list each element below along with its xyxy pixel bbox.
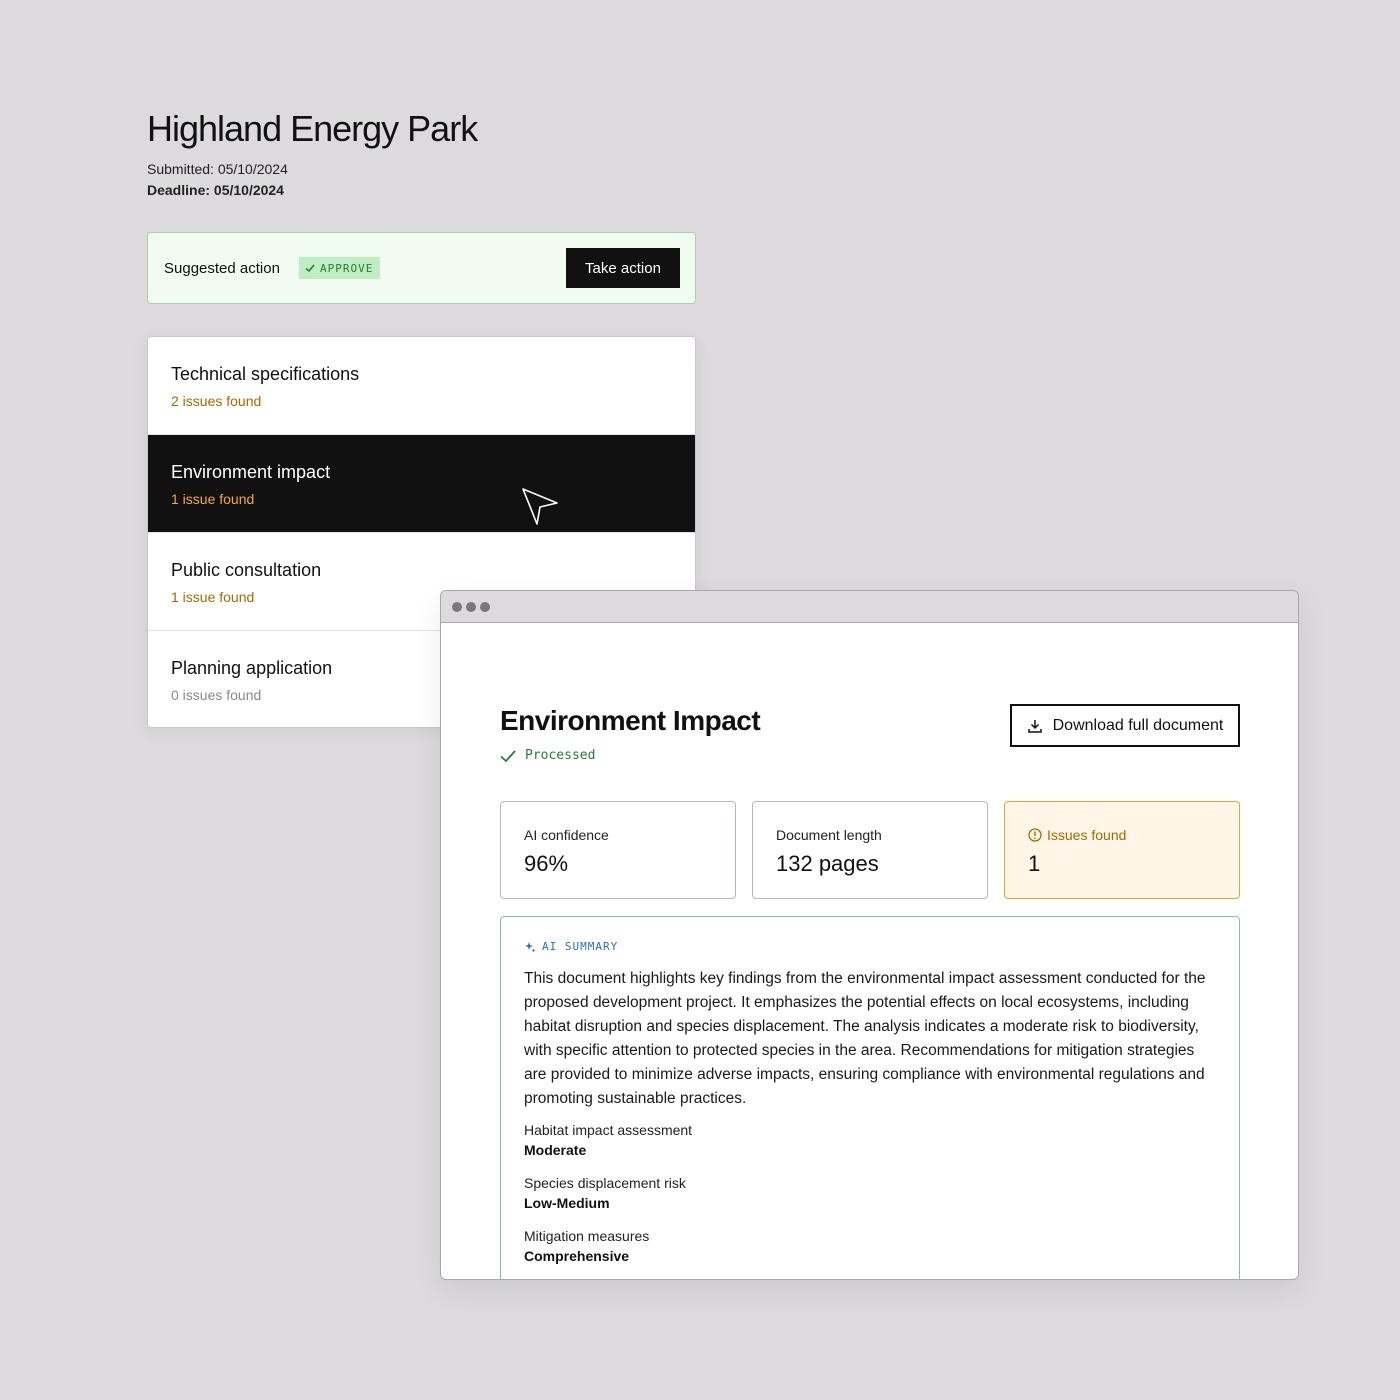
ai-confidence-card: AI confidence 96% [500,801,736,899]
stat-label: Issues found [1028,827,1126,843]
ai-summary-panel: AI SUMMARY This document highlights key … [500,916,1240,1279]
download-icon [1027,719,1042,733]
section-name: Public consultation [171,560,322,580]
processed-label: Processed [525,748,596,763]
download-label: Download full document [1052,716,1224,734]
check-icon [500,749,516,762]
stat-value: 96% [524,851,569,876]
document-window: Environment Impact Processed Download fu… [440,590,1299,1280]
window-close-dot[interactable] [452,602,462,612]
alert-circle-icon [1028,828,1042,842]
section-issue-count: 1 issue found [171,589,255,605]
ai-summary-tag: AI SUMMARY [524,940,618,953]
summary-item-value: Moderate [524,1142,587,1158]
page-title: Highland Energy Park [147,108,478,149]
ai-summary-label: AI SUMMARY [542,940,619,953]
summary-item-value: Comprehensive [524,1248,630,1264]
approve-badge-label: APPROVE [320,261,374,275]
summary-item-key: Mitigation measures [524,1228,650,1244]
summary-item-key: Species displacement risk [524,1175,686,1191]
summary-item-key: Habitat impact assessment [524,1122,693,1138]
take-action-button[interactable]: Take action [566,248,680,288]
stat-value: 132 pages [776,851,879,876]
submitted-date: Submitted: 05/10/2024 [147,161,288,177]
section-name: Technical specifications [171,364,360,384]
summary-item-habitat: Habitat impact assessment Moderate [524,1122,692,1158]
suggested-action-label: Suggested action [164,260,280,277]
deadline-date: Deadline: 05/10/2024 [147,182,284,198]
section-issue-count: 0 issues found [171,687,262,703]
suggested-action-card: Suggested action APPROVE Take action [147,232,696,304]
issues-found-card[interactable]: Issues found 1 [1004,801,1240,899]
document-length-card: Document length 132 pages [752,801,988,899]
ai-summary-text: This document highlights key findings fr… [524,970,1206,1107]
summary-item-value: Low-Medium [524,1195,610,1211]
section-item-technical-specifications[interactable]: Technical specifications 2 issues found [148,337,695,435]
stat-label: AI confidence [524,827,609,843]
processed-status: Processed [500,748,595,763]
section-name: Environment impact [171,462,331,482]
document-title: Environment Impact [500,705,761,736]
check-icon [305,264,315,273]
sparkle-icon [525,941,536,952]
download-document-button[interactable]: Download full document [1010,704,1240,747]
cursor-arrow-icon [522,488,558,525]
window-maximize-dot[interactable] [480,602,490,612]
summary-item-mitigation: Mitigation measures Comprehensive [524,1228,649,1264]
window-titlebar[interactable] [441,591,1298,623]
approve-badge: APPROVE [299,257,381,279]
section-item-environment-impact[interactable]: Environment impact 1 issue found [148,435,695,533]
window-minimize-dot[interactable] [466,602,476,612]
stat-value: 1 [1028,851,1041,876]
summary-item-species: Species displacement risk Low-Medium [524,1175,686,1211]
issues-found-label: Issues found [1047,827,1127,843]
stat-label: Document length [776,827,882,843]
section-issue-count: 1 issue found [171,491,255,507]
section-issue-count: 2 issues found [171,393,262,409]
section-name: Planning application [171,658,333,678]
